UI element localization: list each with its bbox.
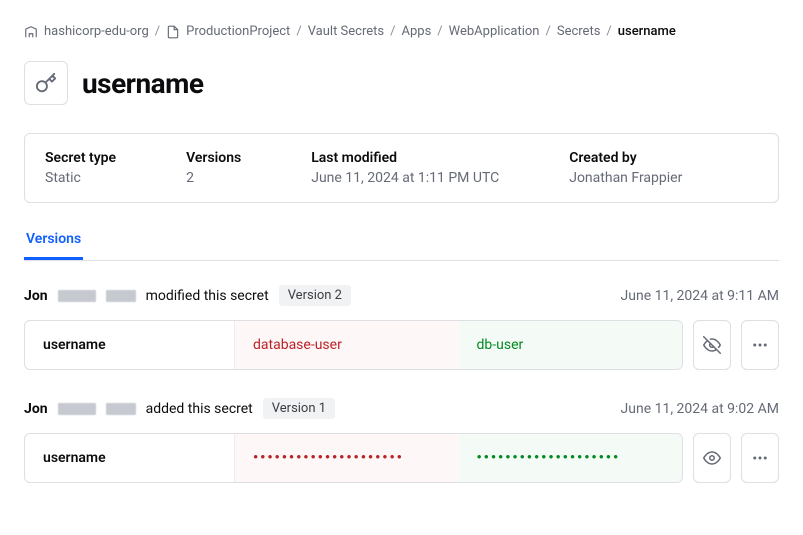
more-actions-button[interactable] bbox=[741, 433, 779, 483]
secret-old-value: ••••••••••••••••••••• bbox=[235, 434, 459, 482]
secret-row: username ••••••••••••••••••••• •••••••••… bbox=[24, 433, 779, 483]
meta-modified-value: June 11, 2024 at 1:11 PM UTC bbox=[311, 170, 499, 186]
breadcrumb-vault[interactable]: Vault Secrets bbox=[308, 24, 384, 39]
page-title: username bbox=[82, 67, 204, 100]
breadcrumb: hashicorp-edu-org / ProductionProject / … bbox=[24, 24, 779, 39]
secret-row: username database-user db-user bbox=[24, 320, 779, 370]
meta-versions-label: Versions bbox=[186, 150, 241, 166]
breadcrumb-app[interactable]: WebApplication bbox=[449, 24, 540, 39]
meta-card: Secret type Static Versions 2 Last modif… bbox=[24, 133, 779, 203]
meta-created-label: Created by bbox=[569, 150, 682, 166]
tabs: Versions bbox=[24, 223, 779, 261]
reveal-secret-button[interactable] bbox=[693, 433, 731, 483]
secret-old-value: database-user bbox=[235, 321, 459, 369]
secret-new-value: •••••••••••••••••••• bbox=[459, 434, 683, 482]
eye-icon bbox=[703, 449, 721, 467]
org-icon bbox=[24, 25, 38, 39]
entry-header: Jon added this secret Version 1 June 11,… bbox=[24, 398, 779, 419]
breadcrumb-secrets[interactable]: Secrets bbox=[557, 24, 601, 39]
meta-type-value: Static bbox=[45, 170, 116, 186]
breadcrumb-apps[interactable]: Apps bbox=[401, 24, 431, 39]
project-icon bbox=[166, 25, 180, 39]
entry-action: added this secret bbox=[146, 401, 253, 417]
entry-timestamp: June 11, 2024 at 9:02 AM bbox=[621, 401, 779, 417]
hide-secret-button[interactable] bbox=[693, 320, 731, 370]
redacted-text bbox=[58, 403, 96, 415]
entry-action: modified this secret bbox=[146, 288, 269, 304]
entry-actor: Jon bbox=[24, 401, 48, 417]
secret-key: username bbox=[25, 321, 235, 369]
history-entry: Jon modified this secret Version 2 June … bbox=[24, 285, 779, 370]
key-icon bbox=[24, 61, 68, 105]
dots-icon bbox=[751, 336, 769, 354]
version-badge: Version 1 bbox=[263, 398, 335, 419]
more-actions-button[interactable] bbox=[741, 320, 779, 370]
tab-versions[interactable]: Versions bbox=[24, 223, 83, 260]
eye-off-icon bbox=[703, 336, 721, 354]
secret-new-value: db-user bbox=[459, 321, 683, 369]
version-badge: Version 2 bbox=[279, 285, 351, 306]
meta-modified-label: Last modified bbox=[311, 150, 499, 166]
secret-key: username bbox=[25, 434, 235, 482]
meta-versions-value: 2 bbox=[186, 170, 241, 186]
redacted-text bbox=[106, 403, 136, 415]
entry-header: Jon modified this secret Version 2 June … bbox=[24, 285, 779, 306]
title-row: username bbox=[24, 61, 779, 105]
redacted-text bbox=[106, 290, 136, 302]
breadcrumb-org[interactable]: hashicorp-edu-org bbox=[44, 24, 149, 39]
breadcrumb-current: username bbox=[618, 24, 676, 39]
entry-actor: Jon bbox=[24, 288, 48, 304]
entry-timestamp: June 11, 2024 at 9:11 AM bbox=[621, 288, 779, 304]
dots-icon bbox=[751, 449, 769, 467]
meta-created-value: Jonathan Frappier bbox=[569, 170, 682, 186]
history-entry: Jon added this secret Version 1 June 11,… bbox=[24, 398, 779, 483]
secret-table: username database-user db-user bbox=[24, 320, 683, 370]
breadcrumb-project[interactable]: ProductionProject bbox=[186, 24, 290, 39]
meta-type-label: Secret type bbox=[45, 150, 116, 166]
redacted-text bbox=[58, 290, 96, 302]
secret-table: username ••••••••••••••••••••• •••••••••… bbox=[24, 433, 683, 483]
